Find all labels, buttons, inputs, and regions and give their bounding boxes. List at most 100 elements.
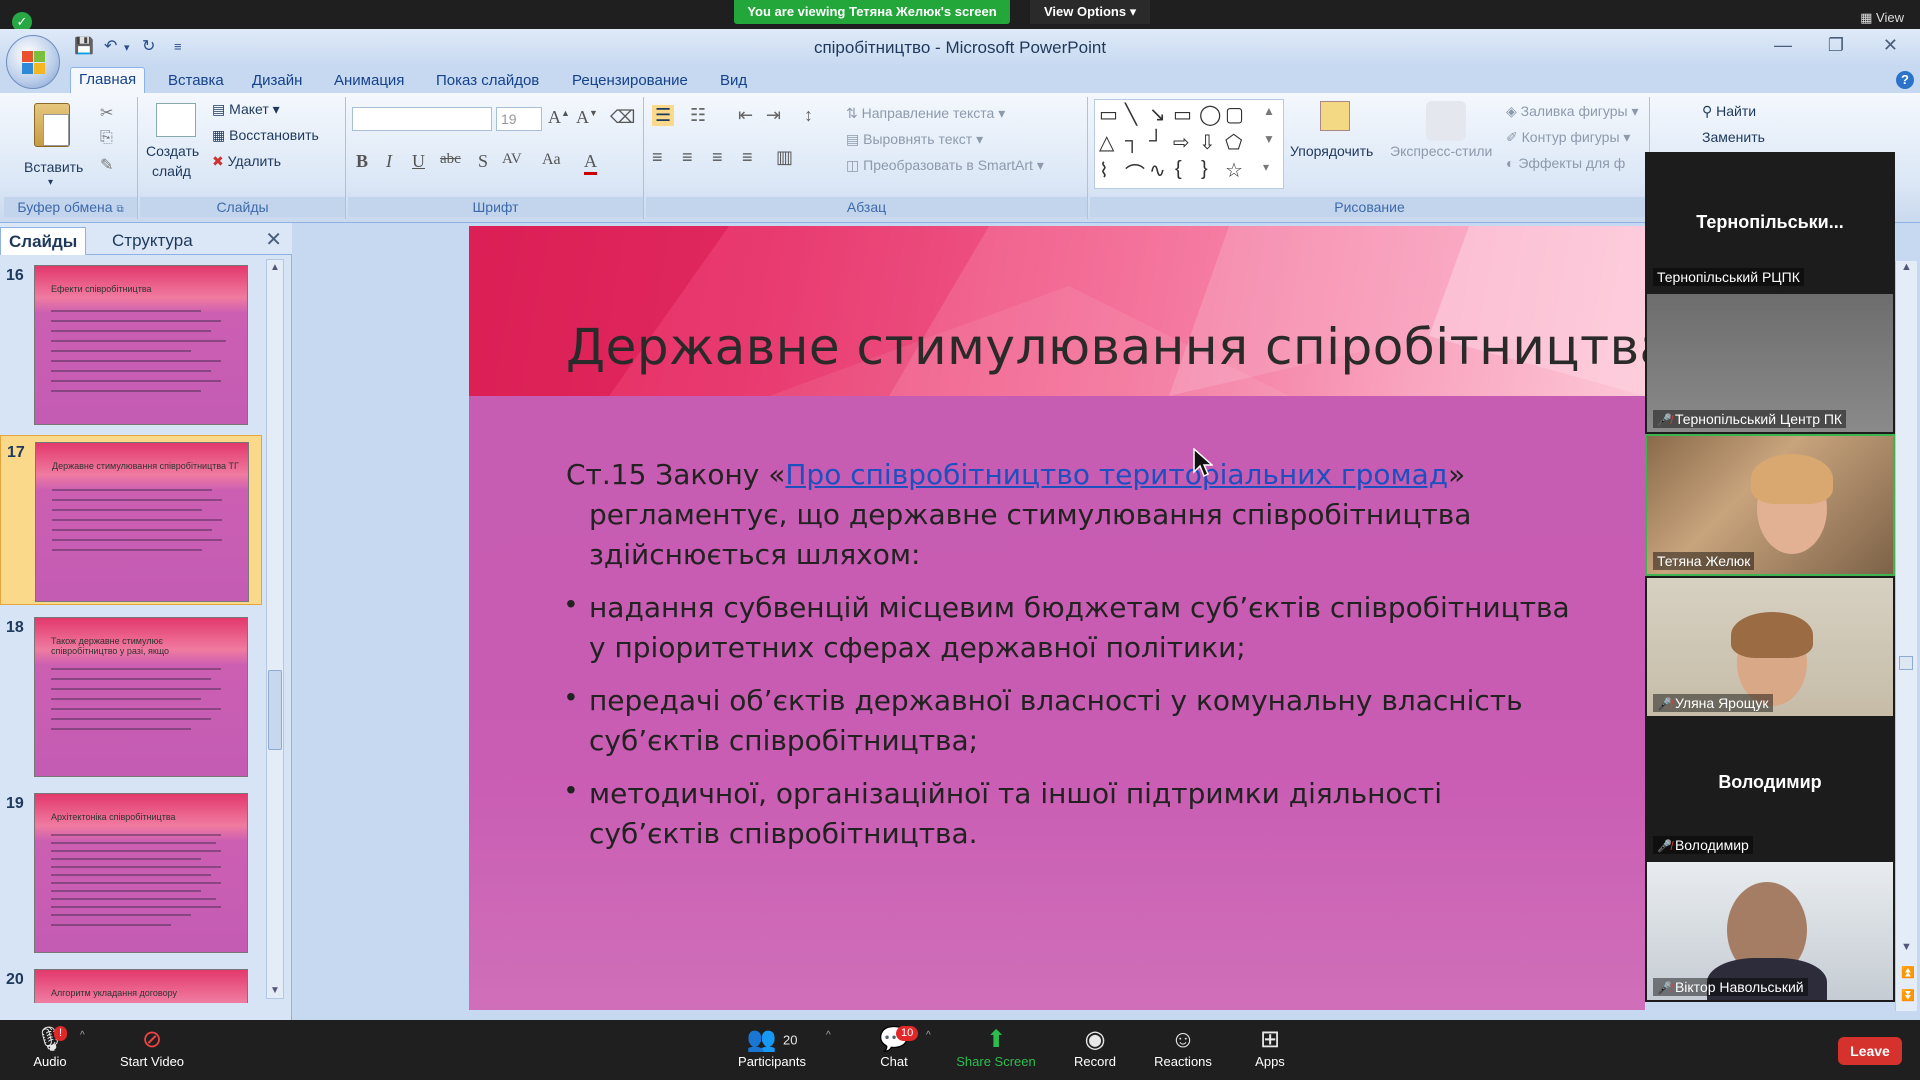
help-icon[interactable]: ? [1896, 71, 1914, 89]
right-brace-icon[interactable]: } [1201, 158, 1208, 181]
slide-intro-line2[interactable]: регламентує, що державне стимулювання сп… [589, 495, 1471, 535]
decrease-indent-icon[interactable]: ⇤ [738, 105, 753, 126]
slide-intro-line1[interactable]: Ст.15 Закону «Про співробітництво терито… [566, 455, 1465, 495]
curve-shape-icon[interactable]: ∿ [1149, 158, 1166, 183]
bold-icon[interactable]: B [356, 151, 368, 172]
line-shape-icon[interactable]: ╲ [1125, 102, 1137, 127]
tab-insert[interactable]: Вставка [160, 69, 232, 92]
tab-view[interactable]: Вид [712, 69, 755, 92]
shadow-icon[interactable]: S [478, 151, 488, 172]
gallery-scroll-up-icon[interactable]: ▲ [1263, 104, 1275, 118]
star-shape-icon[interactable]: ☆ [1225, 158, 1243, 183]
bullet-2-line2[interactable]: суб’єктів співробітництва; [589, 721, 978, 761]
participants-chevron-icon[interactable]: ^ [826, 1030, 831, 1041]
close-panel-icon[interactable]: ✕ [265, 227, 282, 252]
find-button[interactable]: ⚲ Найти [1702, 103, 1756, 120]
underline-icon[interactable]: U [412, 151, 425, 172]
font-name-input[interactable] [352, 107, 492, 131]
slide-title[interactable]: Державне стимулювання спіробітництва ТГ [566, 318, 1645, 376]
share-screen-button[interactable]: ⬆ Share Screen [956, 1026, 1036, 1069]
replace-button[interactable]: Заменить [1702, 129, 1765, 145]
bullet-1-line1[interactable]: надання субвенцій місцевим бюджетам суб’… [589, 588, 1570, 628]
clear-format-icon[interactable]: ⌫ [610, 107, 635, 128]
layout-button[interactable]: ▤ Макет ▾ [212, 101, 280, 118]
participants-button[interactable]: 👥 20 Participants [732, 1026, 812, 1069]
slide-thumbnail[interactable]: 18 Також державне стимулює співробітницт… [0, 611, 262, 781]
bullet-1-line2[interactable]: у пріоритетних сферах державної політики… [589, 628, 1246, 668]
bullet-2-line1[interactable]: передачі об’єктів державної власності у … [589, 681, 1523, 721]
scrollbar-thumb[interactable] [1899, 656, 1913, 670]
elbow-arrow-icon[interactable]: ┘ [1149, 130, 1163, 153]
line-spacing-icon[interactable]: ↕ [804, 105, 813, 126]
scrollbar-thumb[interactable] [268, 670, 282, 750]
scroll-up-icon[interactable]: ▲ [1901, 261, 1912, 273]
previous-slide-icon[interactable]: ⏫ [1901, 966, 1915, 979]
tab-slideshow[interactable]: Показ слайдов [428, 69, 547, 92]
bullets-icon[interactable]: ☰ [652, 105, 675, 126]
new-slide-button[interactable]: Создать слайд [144, 101, 206, 197]
law-hyperlink[interactable]: Про співробітництво територіальних грома… [785, 458, 1448, 491]
freeform-shape-icon[interactable]: ⌇ [1099, 158, 1109, 183]
record-button[interactable]: ◉ Record [1070, 1026, 1120, 1069]
scroll-down-icon[interactable]: ▼ [1901, 941, 1912, 953]
numbering-icon[interactable]: ☷ [690, 105, 706, 126]
scroll-up-icon[interactable]: ▲ [270, 262, 280, 273]
shapes-gallery[interactable]: ▭ ╲ ↘ ▭ ◯ ▢ △ ┐ ┘ ⇨ ⇩ ⬠ ⌇ ⌒ ∿ { } ☆ ▲ ▼ … [1094, 99, 1284, 189]
textbox-shape-icon[interactable]: ▭ [1099, 102, 1118, 127]
audio-button[interactable]: 🎙 ! Audio [28, 1026, 72, 1069]
tab-animation[interactable]: Анимация [326, 69, 412, 92]
bullet-3-line2[interactable]: суб’єктів співробітництва. [589, 814, 978, 854]
editor-scrollbar[interactable]: ▲ ▼ ⏫ ⏬ [1895, 261, 1917, 1011]
gallery-more-icon[interactable]: ▾ [1263, 160, 1269, 174]
close-icon[interactable]: ✕ [1883, 35, 1898, 56]
scroll-down-icon[interactable]: ▼ [270, 985, 280, 996]
triangle-shape-icon[interactable]: △ [1099, 130, 1114, 155]
minimize-icon[interactable]: — [1774, 35, 1792, 56]
columns-icon[interactable]: ▥ [776, 147, 793, 168]
bullet-3-line1[interactable]: методичної, організаційної та іншої підт… [589, 774, 1442, 814]
grow-font-icon[interactable]: A▲ [548, 107, 570, 128]
strikethrough-icon[interactable]: abc [440, 151, 461, 168]
slide-thumbnail[interactable]: 16 Ефекти співробітництва [0, 259, 262, 429]
increase-indent-icon[interactable]: ⇥ [766, 105, 781, 126]
participant-tile[interactable]: Володимир 🎤̸ Володимир [1647, 720, 1893, 858]
tab-design[interactable]: Дизайн [244, 69, 310, 92]
tab-slides[interactable]: Слайды [0, 227, 87, 255]
office-button[interactable] [6, 35, 60, 89]
audio-options-chevron-icon[interactable]: ^ [80, 1030, 85, 1041]
right-arrow-shape-icon[interactable]: ⇨ [1173, 130, 1190, 155]
delete-slide-button[interactable]: ✖ Удалить [212, 153, 281, 170]
down-arrow-shape-icon[interactable]: ⇩ [1199, 130, 1216, 155]
paste-button[interactable]: Вставить ▾ [18, 101, 88, 193]
arrange-button[interactable]: Упорядочить [1290, 99, 1390, 193]
participant-tile-active[interactable]: Тетяна Желюк [1645, 434, 1895, 576]
apps-button[interactable]: ⊞ Apps [1250, 1026, 1290, 1069]
quick-styles-button[interactable]: Экспресс-стили [1390, 99, 1500, 193]
rectangle-shape-icon[interactable]: ▭ [1173, 102, 1192, 127]
shrink-font-icon[interactable]: A▼ [576, 107, 598, 128]
participant-tile[interactable]: 🎤̸ Уляна Ярощук [1647, 578, 1893, 716]
elbow-connector-icon[interactable]: ┐ [1125, 130, 1139, 153]
reset-button[interactable]: ▦ Восстановить [212, 127, 319, 144]
next-slide-icon[interactable]: ⏬ [1901, 989, 1915, 1002]
chat-button[interactable]: 💬 10 Chat [872, 1026, 919, 1069]
reactions-button[interactable]: ☺ Reactions [1150, 1026, 1216, 1069]
slide-intro-line3[interactable]: здійснюється шляхом: [589, 535, 920, 575]
change-case-icon[interactable]: Aa [542, 151, 561, 169]
leave-button[interactable]: Leave [1838, 1037, 1902, 1065]
justify-icon[interactable]: ≡ [742, 147, 753, 168]
copy-icon[interactable]: ⎘ [100, 129, 113, 147]
slide-thumbnail-selected[interactable]: 17 Державне стимулювання співробітництва… [0, 435, 262, 605]
arrow-line-shape-icon[interactable]: ↘ [1149, 102, 1166, 127]
oval-shape-icon[interactable]: ◯ [1199, 102, 1221, 127]
tab-review[interactable]: Рецензирование [564, 69, 696, 92]
align-right-icon[interactable]: ≡ [712, 147, 723, 168]
participant-tile[interactable]: 🎤̸ Тернопільський Центр ПК [1647, 294, 1893, 432]
shape-effects-button[interactable]: ◐ Эффекты для ф [1506, 155, 1625, 171]
font-size-input[interactable]: 19 [496, 107, 542, 131]
gallery-scroll-down-icon[interactable]: ▼ [1263, 132, 1275, 146]
rounded-rect-shape-icon[interactable]: ▢ [1225, 102, 1244, 127]
align-center-icon[interactable]: ≡ [682, 147, 693, 168]
italic-icon[interactable]: I [386, 151, 392, 172]
slide-canvas[interactable]: Державне стимулювання спіробітництва ТГ … [469, 226, 1645, 1010]
